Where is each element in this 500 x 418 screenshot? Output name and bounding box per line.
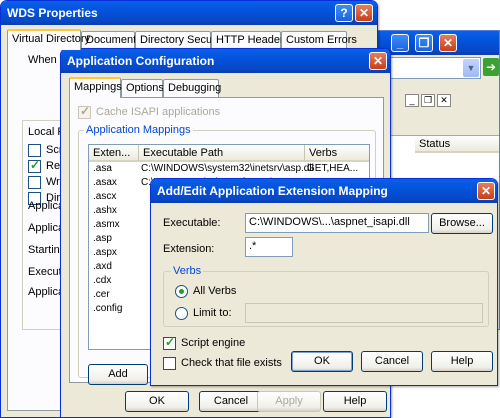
limit-to-radio[interactable]	[175, 307, 188, 320]
executable-path-cell: C:\WINDOWS\system32\inetsrv\asp.dll	[141, 163, 314, 174]
wds-title: WDS Properties	[7, 6, 98, 20]
script-engine-label: Script engine	[181, 337, 246, 349]
read-checkbox[interactable]	[28, 158, 41, 173]
extension-cell: .ascx	[93, 191, 117, 202]
status-column-header[interactable]: Status	[415, 136, 499, 153]
address-dropdown-icon[interactable]: ▼	[463, 59, 479, 77]
ok-button[interactable]: OK	[291, 351, 353, 372]
extension-cell: .config	[93, 303, 123, 314]
executable-field[interactable]: C:\WINDOWS\...\aspnet_isapi.dll	[245, 213, 429, 233]
app-config-tab-strip: Mappings Options Debugging	[69, 77, 379, 99]
cache-isapi-label: Cache ISAPI applications	[96, 106, 221, 118]
cancel-button[interactable]: Cancel	[199, 391, 263, 412]
cache-isapi-checkbox[interactable]	[78, 104, 91, 119]
tab-debugging[interactable]: Debugging	[163, 79, 221, 97]
close-button[interactable]: ✕	[355, 4, 373, 22]
close-button[interactable]: ✕	[477, 182, 495, 200]
help-button[interactable]: Help	[431, 351, 493, 372]
help-icon[interactable]: ?	[335, 4, 353, 22]
limit-to-field[interactable]	[245, 303, 483, 323]
tab-http-headers[interactable]: HTTP Headers	[211, 31, 289, 49]
script-source-checkbox[interactable]	[28, 144, 41, 157]
column-header-executable-path[interactable]: Executable Path	[139, 145, 305, 162]
column-header-extension[interactable]: Exten...	[89, 145, 139, 162]
verbs-cell: GET,HEA...	[307, 163, 359, 174]
app-config-title: Application Configuration	[67, 54, 215, 68]
close-button[interactable]: ✕	[439, 34, 457, 52]
table-row[interactable]: .asa C:\WINDOWS\system32\inetsrv\asp.dll G…	[89, 163, 369, 175]
tab-options[interactable]: Options	[121, 79, 164, 97]
minimize-button[interactable]: _	[391, 34, 409, 52]
extension-cell: .axd	[93, 261, 112, 272]
mapping-titlebar: Add/Edit Application Extension Mapping	[151, 179, 497, 203]
extension-label: Extension:	[163, 243, 215, 255]
extension-field[interactable]: .*	[245, 237, 293, 257]
cancel-button[interactable]: Cancel	[361, 351, 423, 372]
mdi-restore-icon[interactable]: ❐	[421, 94, 435, 107]
tab-virtual-directory[interactable]: Virtual Directory	[7, 29, 90, 50]
column-header-verbs[interactable]: Verbs	[305, 145, 369, 162]
mdi-minimize-icon[interactable]: _	[405, 94, 419, 107]
check-file-exists-checkbox[interactable]	[163, 357, 176, 370]
all-verbs-label: All Verbs	[193, 285, 237, 297]
mdi-controls: _ ❐ ✕	[381, 91, 481, 111]
extension-mapping-dialog: Add/Edit Application Extension Mapping ✕…	[150, 178, 498, 386]
mdi-close-icon[interactable]: ✕	[437, 94, 451, 107]
check-file-exists-label: Check that file exists	[181, 357, 282, 369]
script-engine-checkbox[interactable]	[163, 335, 176, 350]
tab-directory-security[interactable]: Directory Security	[135, 31, 227, 49]
ok-button[interactable]: OK	[125, 391, 189, 412]
app-config-titlebar: Application Configuration	[61, 49, 390, 73]
tab-custom-errors[interactable]: Custom Errors	[281, 31, 357, 49]
apply-button[interactable]: Apply	[257, 391, 321, 412]
extension-cell: .asmx	[93, 219, 120, 230]
limit-to-label: Limit to:	[193, 307, 232, 319]
extension-cell: .asax	[93, 177, 117, 188]
extension-cell: .asa	[93, 163, 112, 174]
extension-cell: .cer	[93, 289, 110, 300]
all-verbs-radio[interactable]	[175, 285, 188, 298]
maximize-button[interactable]: ❐	[415, 34, 433, 52]
tab-mappings[interactable]: Mappings	[69, 77, 122, 98]
mapping-title: Add/Edit Application Extension Mapping	[157, 184, 388, 198]
application-mappings-title: Application Mappings	[84, 124, 193, 136]
verbs-group-title: Verbs	[171, 265, 204, 277]
extension-cell: .asp	[93, 233, 112, 244]
extension-cell: .cdx	[93, 275, 112, 286]
go-arrow-icon[interactable]: ➜	[483, 58, 499, 76]
wds-titlebar: WDS Properties	[1, 1, 377, 25]
extension-cell: .aspx	[93, 247, 117, 258]
close-button[interactable]: ✕	[369, 52, 387, 70]
add-button[interactable]: Add	[88, 364, 148, 385]
executable-label: Executable:	[163, 217, 221, 229]
help-button[interactable]: Help	[323, 391, 387, 412]
extension-cell: .ashx	[93, 205, 117, 216]
write-checkbox[interactable]	[28, 176, 41, 189]
browse-button[interactable]: Browse...	[431, 213, 493, 234]
